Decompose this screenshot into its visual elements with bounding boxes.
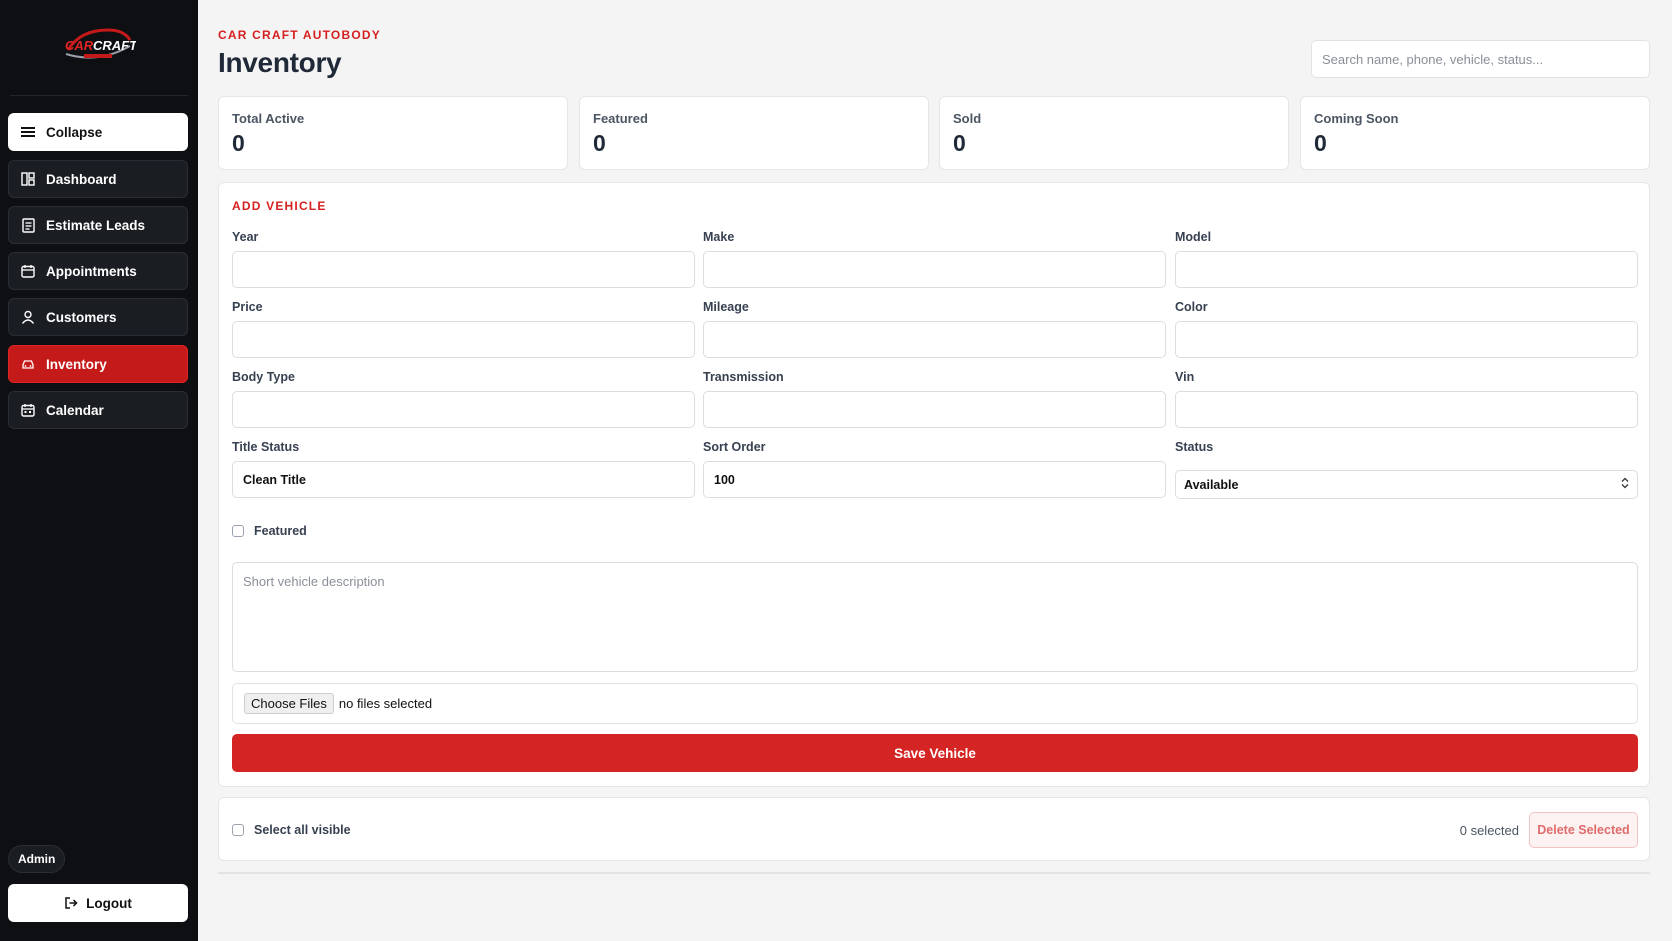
price-input[interactable] bbox=[232, 321, 695, 358]
sidebar-item-label: Appointments bbox=[46, 263, 137, 279]
choose-files-button[interactable]: Choose Files bbox=[244, 693, 334, 714]
status-label: Status bbox=[1175, 440, 1214, 454]
file-picker[interactable]: Choose Files no files selected bbox=[232, 683, 1638, 724]
mileage-label: Mileage bbox=[703, 300, 749, 314]
stat-card-featured: Featured 0 bbox=[579, 96, 929, 170]
title-status-label: Title Status bbox=[232, 440, 300, 454]
files-status-text: no files selected bbox=[338, 696, 433, 711]
description-textarea[interactable] bbox=[232, 562, 1638, 672]
bulk-actions-bar: Select all visible 0 selected Delete Sel… bbox=[218, 797, 1650, 861]
transmission-label: Transmission bbox=[703, 370, 784, 384]
select-all-label: Select all visible bbox=[254, 823, 351, 837]
svg-text:CRAFT: CRAFT bbox=[93, 38, 136, 53]
stat-label: Coming Soon bbox=[1314, 111, 1399, 126]
vin-input[interactable] bbox=[1175, 391, 1638, 428]
page-title: Inventory bbox=[218, 47, 342, 78]
collapse-button[interactable]: Collapse bbox=[8, 113, 188, 151]
stat-value: 0 bbox=[1314, 130, 1327, 156]
add-vehicle-card: ADD VEHICLE Year Make Model Price Mileag… bbox=[218, 182, 1650, 787]
select-all-row[interactable]: Select all visible bbox=[232, 823, 351, 837]
role-badge: Admin bbox=[8, 845, 66, 873]
sort-order-label: Sort Order bbox=[703, 440, 766, 454]
year-label: Year bbox=[232, 230, 259, 244]
search-input[interactable] bbox=[1311, 40, 1650, 78]
featured-label: Featured bbox=[254, 524, 307, 538]
stat-card-coming-soon: Coming Soon 0 bbox=[1300, 96, 1650, 170]
featured-checkbox[interactable] bbox=[232, 525, 244, 537]
sidebar-item-label: Customers bbox=[46, 309, 117, 325]
stat-label: Total Active bbox=[232, 111, 305, 126]
calendar-icon bbox=[20, 263, 36, 279]
stat-value: 0 bbox=[593, 130, 606, 156]
year-input[interactable] bbox=[232, 251, 695, 288]
make-label: Make bbox=[703, 230, 735, 244]
sidebar-item-label: Dashboard bbox=[46, 171, 117, 187]
sidebar-item-label: Estimate Leads bbox=[46, 217, 146, 233]
sidebar-item-estimate-leads[interactable]: Estimate Leads bbox=[8, 206, 188, 244]
carcraft-logo[interactable]: CAR CRAFT bbox=[60, 24, 138, 64]
vin-label: Vin bbox=[1175, 370, 1195, 384]
stat-card-total-active: Total Active 0 bbox=[218, 96, 568, 170]
sidebar-item-label: Inventory bbox=[46, 356, 107, 372]
stat-label: Featured bbox=[593, 111, 648, 126]
brand-tag: CAR CRAFT AUTOBODY bbox=[218, 28, 381, 42]
sidebar-item-label: Calendar bbox=[46, 402, 104, 418]
list-divider bbox=[218, 872, 1650, 874]
section-title: ADD VEHICLE bbox=[232, 199, 327, 213]
body-type-input[interactable] bbox=[232, 391, 695, 428]
body-type-label: Body Type bbox=[232, 370, 295, 384]
sidebar-divider bbox=[10, 95, 188, 96]
document-icon bbox=[20, 217, 36, 233]
status-select[interactable]: Available bbox=[1175, 470, 1638, 499]
sidebar-item-customers[interactable]: Customers bbox=[8, 298, 188, 336]
sort-order-input[interactable] bbox=[703, 461, 1166, 498]
stat-card-sold: Sold 0 bbox=[939, 96, 1289, 170]
stat-value: 0 bbox=[953, 130, 966, 156]
price-label: Price bbox=[232, 300, 263, 314]
dashboard-icon bbox=[20, 171, 36, 187]
make-input[interactable] bbox=[703, 251, 1166, 288]
status-select-value: Available bbox=[1184, 477, 1239, 492]
sidebar-item-calendar[interactable]: Calendar bbox=[8, 391, 188, 429]
stat-label: Sold bbox=[953, 111, 982, 126]
sidebar-item-appointments[interactable]: Appointments bbox=[8, 252, 188, 290]
select-all-checkbox[interactable] bbox=[232, 824, 244, 836]
calendar-icon bbox=[20, 402, 36, 418]
car-icon bbox=[20, 356, 36, 372]
title-status-input[interactable] bbox=[232, 461, 695, 498]
model-input[interactable] bbox=[1175, 251, 1638, 288]
sidebar: CAR CRAFT Collapse Dashboard Estimate Le… bbox=[0, 0, 198, 941]
featured-checkbox-row[interactable]: Featured bbox=[232, 524, 307, 538]
menu-icon bbox=[20, 124, 36, 140]
user-icon bbox=[20, 309, 36, 325]
save-vehicle-button[interactable]: Save Vehicle bbox=[232, 734, 1638, 772]
select-arrows-icon bbox=[1621, 477, 1629, 492]
stat-value: 0 bbox=[232, 130, 245, 156]
model-label: Model bbox=[1175, 230, 1212, 244]
logout-label: Logout bbox=[86, 895, 132, 911]
sidebar-item-inventory[interactable]: Inventory bbox=[8, 345, 188, 383]
selected-count: 0 selected bbox=[1459, 823, 1519, 838]
delete-selected-button[interactable]: Delete Selected bbox=[1529, 812, 1638, 848]
sidebar-item-dashboard[interactable]: Dashboard bbox=[8, 160, 188, 198]
mileage-input[interactable] bbox=[703, 321, 1166, 358]
logout-icon bbox=[64, 896, 78, 910]
color-input[interactable] bbox=[1175, 321, 1638, 358]
logout-button[interactable]: Logout bbox=[8, 884, 188, 922]
color-label: Color bbox=[1175, 300, 1208, 314]
transmission-input[interactable] bbox=[703, 391, 1166, 428]
collapse-label: Collapse bbox=[46, 124, 103, 140]
svg-text:CAR: CAR bbox=[65, 38, 94, 53]
